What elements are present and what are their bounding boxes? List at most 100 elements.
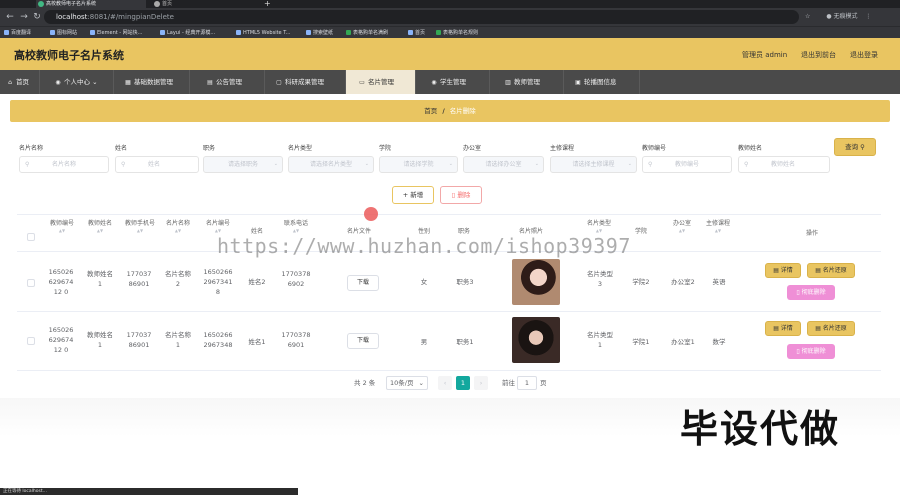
delete-button[interactable]: ▯ 删除: [440, 186, 482, 204]
add-button[interactable]: + 新增: [392, 186, 434, 204]
browser-tab-active[interactable]: 高校教师电子名片系统: [36, 0, 146, 8]
name-input[interactable]: ⚲ 姓名: [115, 156, 199, 173]
filter-label-name: 姓名: [115, 145, 128, 152]
tab-title: 高校教师电子名片系统: [46, 1, 97, 7]
sort-icon: ▲▼: [595, 228, 603, 233]
page-number-current[interactable]: 1: [456, 376, 470, 390]
prev-page-button[interactable]: ‹: [438, 376, 452, 390]
sort-icon: ▲▼: [96, 228, 104, 233]
col-header[interactable]: 名片类型 ▲▼: [582, 219, 616, 233]
filter-label-card-name: 名片名称: [19, 145, 44, 152]
row-checkbox[interactable]: [27, 337, 35, 345]
menu-item-basic-data[interactable]: ▦ 基础数据管理: [114, 70, 190, 94]
reload-icon[interactable]: ↻: [31, 11, 43, 23]
breadcrumb-current: 名片删除: [449, 107, 476, 115]
col-header[interactable]: 教师编号 ▲▼: [45, 219, 79, 233]
menu-item-teacher[interactable]: ▥ 教师管理: [490, 70, 564, 94]
cell-card-no: 16502662967348: [203, 331, 233, 349]
cell-position: 职务3: [456, 278, 474, 286]
back-icon[interactable]: ←: [4, 11, 16, 23]
filter-label-college: 学院: [379, 145, 392, 152]
cell-name: 姓名2: [248, 278, 266, 286]
pagination: 共 2 条 10条/页 ⌄ ‹ 1 › 前往 1 页: [0, 376, 900, 390]
goto-prefix: 前往: [502, 379, 515, 387]
menu-item-notice[interactable]: ▤ 公告管理: [190, 70, 265, 94]
cell-teacher-no: 16502662967412 0: [48, 326, 74, 354]
incognito-icon[interactable]: ●: [826, 13, 831, 20]
course-select[interactable]: 请选择主修课程 ⌄: [550, 156, 637, 173]
sort-icon: ▲▼: [58, 228, 66, 233]
menu-item-carousel[interactable]: ▣ 轮播图信息: [564, 70, 640, 94]
select-all-checkbox[interactable]: [27, 233, 35, 241]
goto-page-input[interactable]: 1: [517, 376, 537, 390]
detail-button[interactable]: ▤ 详情: [765, 321, 801, 336]
sort-icon: ▲▼: [214, 228, 222, 233]
back-to-front-link[interactable]: 退出到前台: [801, 50, 836, 60]
cell-course: 英语: [712, 278, 726, 286]
breadcrumb-separator: /: [442, 107, 445, 115]
col-header[interactable]: 教师手机号 ▲▼: [123, 219, 157, 233]
profile-label[interactable]: 无痕模式: [833, 13, 857, 20]
card-photo[interactable]: [512, 317, 560, 363]
page-favicon-icon: [154, 1, 160, 7]
menu-item-profile[interactable]: ◉ 个人中心 ⌄: [40, 70, 114, 94]
goto-suffix: 页: [540, 379, 547, 387]
chevron-down-icon: ⌄: [534, 161, 539, 167]
user-icon: ◉: [431, 79, 437, 86]
sort-icon: ▲▼: [174, 228, 182, 233]
new-tab-button[interactable]: +: [262, 0, 276, 8]
query-button[interactable]: 查询 ⚲: [834, 138, 876, 156]
download-button[interactable]: 下载: [347, 333, 379, 349]
col-header[interactable]: 名片编号 ▲▼: [201, 219, 235, 233]
col-header[interactable]: 学院: [629, 227, 653, 237]
search-icon: ⚲: [648, 161, 653, 168]
admin-label: 管理员 admin: [742, 51, 788, 59]
next-page-button[interactable]: ›: [474, 376, 488, 390]
menu-item-card[interactable]: ▭ 名片管理: [346, 70, 416, 94]
logout-link[interactable]: 退出登录: [850, 50, 878, 60]
chart-icon: ▥: [505, 79, 511, 86]
browser-tab[interactable]: 首页: [152, 0, 252, 8]
restore-button[interactable]: ▤ 名片还原: [807, 263, 855, 278]
url-path: :8081/#/mingpianDelete: [87, 13, 174, 21]
col-header[interactable]: 办公室 ▲▼: [665, 219, 699, 233]
position-select[interactable]: 请选择职务 ⌄: [203, 156, 283, 173]
top-menu: ⌂ 首页 ◉ 个人中心 ⌄ ▦ 基础数据管理 ▤ 公告管理 ▢ 科研成果管理 ▭ 名片管理 …: [0, 70, 900, 94]
download-button[interactable]: 下载: [347, 275, 379, 291]
col-header[interactable]: 名片名称 ▲▼: [161, 219, 195, 233]
bookmarks-bar: 百度翻译 图标网站 Element - 网站快... Layui - 经典开源模…: [0, 26, 900, 38]
card-photo[interactable]: [512, 259, 560, 305]
sort-icon: ▲▼: [678, 228, 686, 233]
card-name-input[interactable]: ⚲ 名片名称: [19, 156, 109, 173]
chevron-down-icon: ⌄: [627, 161, 632, 167]
url-bar[interactable]: localhost:8081/#/mingpianDelete: [44, 10, 799, 24]
card-type-select[interactable]: 请选择名片类型 ⌄: [288, 156, 374, 173]
col-header[interactable]: 主修课程 ▲▼: [701, 219, 735, 233]
menu-item-research[interactable]: ▢ 科研成果管理: [265, 70, 346, 94]
restore-button[interactable]: ▤ 名片还原: [807, 321, 855, 336]
file-icon: ▤: [207, 79, 213, 86]
menu-item-student[interactable]: ◉ 学生管理: [416, 70, 490, 94]
col-header[interactable]: 联系电话 ▲▼: [279, 219, 313, 233]
cell-name: 姓名1: [248, 338, 266, 346]
col-header[interactable]: 教师姓名 ▲▼: [83, 219, 117, 233]
purge-button[interactable]: ▯ 彻底删除: [787, 344, 835, 359]
filter-label-card-type: 名片类型: [288, 145, 313, 152]
office-select[interactable]: 请选择办公室 ⌄: [463, 156, 544, 173]
college-select[interactable]: 请选择学院 ⌄: [379, 156, 458, 173]
cell-phone: 17703786901: [281, 331, 311, 349]
detail-button[interactable]: ▤ 详情: [765, 263, 801, 278]
teacher-name-input[interactable]: ⚲ 教师姓名: [738, 156, 830, 173]
forward-icon[interactable]: →: [18, 11, 30, 23]
star-icon[interactable]: ☆: [805, 13, 810, 20]
menu-item-home[interactable]: ⌂ 首页: [0, 70, 40, 94]
menu-dots-icon[interactable]: ⋮: [865, 13, 871, 20]
breadcrumb-home[interactable]: 首页: [424, 107, 437, 115]
row-checkbox[interactable]: [27, 279, 35, 287]
cell-college: 学院1: [632, 338, 650, 346]
purge-button[interactable]: ▯ 彻底删除: [787, 285, 835, 300]
chevron-down-icon: ⌄: [273, 161, 278, 167]
page-size-select[interactable]: 10条/页 ⌄: [386, 376, 428, 390]
teacher-no-input[interactable]: ⚲ 教师编号: [642, 156, 732, 173]
cell-gender: 男: [420, 338, 428, 346]
